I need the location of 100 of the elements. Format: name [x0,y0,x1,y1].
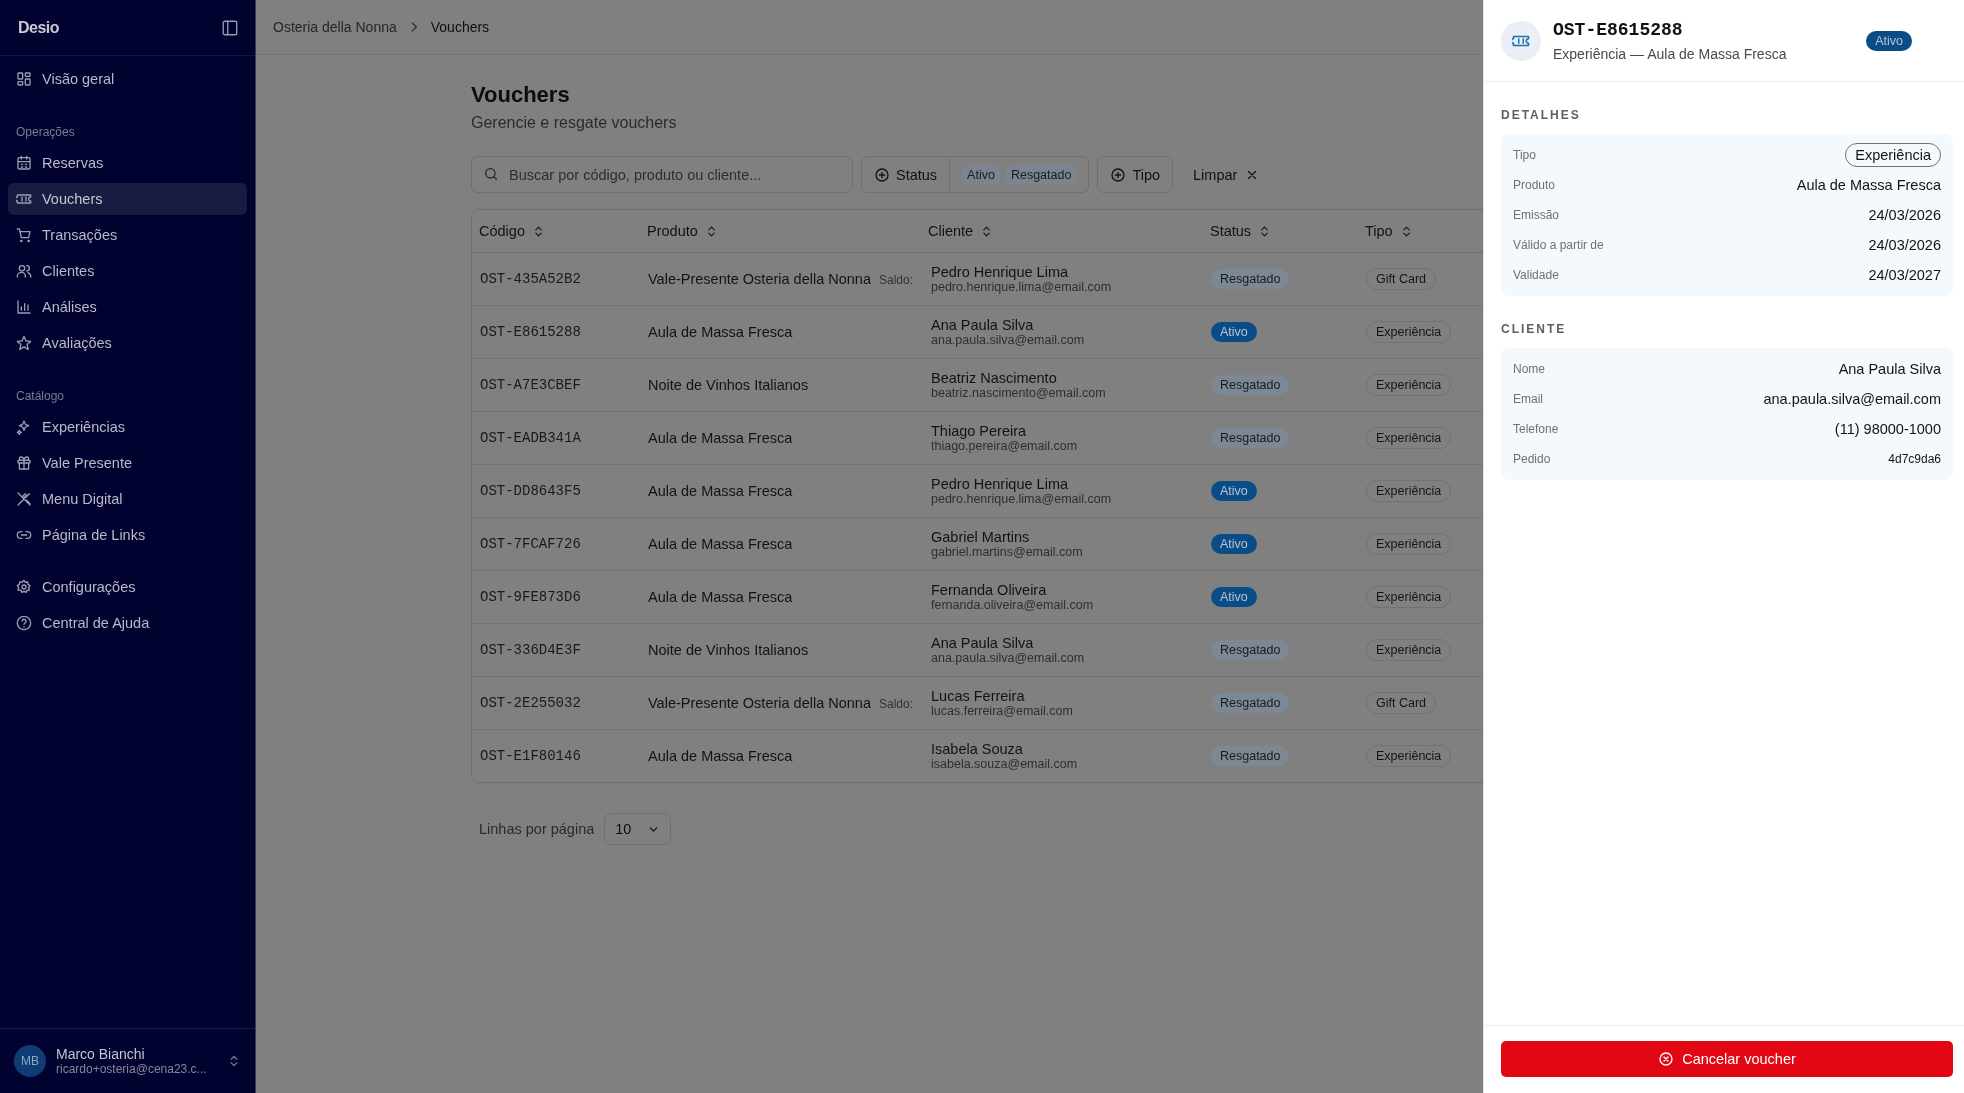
client-email: ana.paula.silva@email.com [931,651,1086,665]
user-email: ricardo+osteria@cena23.c... [56,1062,208,1076]
field-value: (11) 98000-1000 [1834,421,1941,437]
sidebar-toggle-icon[interactable] [221,18,239,37]
field-value: 24/03/2026 [1868,207,1941,223]
balance-label: Saldo: [879,697,914,711]
column-header[interactable]: Tipo [1358,223,1483,239]
user-name: Marco Bianchi [56,1046,146,1062]
voucher-code: OST-EADB341A [479,430,582,446]
cancel-voucher-button[interactable]: Cancelar voucher [1501,1041,1953,1077]
product-name: Vale-Presente Osteria della Nonna [648,271,871,287]
nav-item[interactable]: Visão geral [8,63,247,95]
product-name: Aula de Massa Fresca [648,536,793,552]
product-name: Aula de Massa Fresca [648,483,793,499]
users-icon [16,263,32,279]
nav-item[interactable]: Configurações [8,571,247,603]
status-filter-button[interactable]: Status Ativo Resgatado [861,156,1090,193]
nav-item[interactable]: Reservas [8,147,247,179]
search-icon [483,166,499,182]
search-field[interactable]: Buscar por código, produto ou cliente... [471,156,853,193]
field-value: 24/03/2027 [1868,267,1941,283]
section-title: DETALHES [1501,108,1582,122]
field-value: Aula de Massa Fresca [1796,177,1941,193]
status-badge: Resgatado [1211,640,1290,660]
client-email: ana.paula.silva@email.com [931,333,1086,347]
client-name: Ana Paula Silva [931,635,1035,651]
product-name: Aula de Massa Fresca [648,324,793,340]
client-name: Ana Paula Silva [931,317,1035,333]
utensils-icon [16,491,32,507]
client-name: Beatriz Nascimento [931,370,1058,386]
field-value: 24/03/2026 [1868,237,1941,253]
product-name: Aula de Massa Fresca [648,748,793,764]
client-name: Fernanda Oliveira [931,582,1048,598]
nav-section-label: Operações [15,124,76,141]
nav-item[interactable]: Vouchers [8,183,247,215]
filter-chip: Ativo [962,164,1000,185]
status-badge: Resgatado [1211,375,1290,395]
field-label: Validade [1513,268,1559,282]
clear-filters-button[interactable]: Limpar [1181,166,1272,183]
nav-section-label: Catálogo [15,388,66,405]
client-email: fernanda.oliveira@email.com [931,598,1095,612]
status-badge: Resgatado [1211,693,1290,713]
page-title: Vouchers [471,82,571,108]
nav-item[interactable]: Página de Links [8,519,247,551]
field-label: Produto [1513,178,1556,192]
nav-item[interactable]: Clientes [8,255,247,287]
nav-item[interactable]: Avaliações [8,327,247,359]
avatar[interactable]: MB [14,1045,46,1077]
rows-per-page-select[interactable]: 10 [604,813,672,845]
product-name: Vale-Presente Osteria della Nonna [648,695,871,711]
column-header[interactable]: Código [472,223,640,239]
status-badge: Ativo [1211,481,1257,501]
nav-item[interactable]: Transações [8,219,247,251]
column-header[interactable]: Status [1203,223,1358,239]
logo[interactable]: Desio [18,18,60,37]
client-name: Isabela Souza [931,741,1024,757]
breadcrumb-item[interactable]: Osteria della Nonna [273,19,397,35]
cart-icon [16,227,32,243]
section-title: CLIENTE [1501,322,1568,336]
balance-label: Saldo: [879,273,914,287]
status-badge: Ativo [1866,30,1912,51]
client-email: isabela.souza@email.com [931,757,1079,771]
voucher-code: OST-DD8643F5 [479,483,582,499]
ticket-icon [16,191,32,207]
filter-chip: Resgatado [1005,164,1077,185]
client-name: Lucas Ferreira [931,688,1026,704]
breadcrumb-item: Vouchers [430,19,490,35]
nav-item[interactable]: Experiências [8,411,247,443]
field-value: 4d7c9da6 [1888,452,1941,466]
column-header[interactable]: Produto [640,223,921,239]
product-name: Noite de Vinhos Italianos [648,642,809,658]
field-label: Nome [1513,362,1545,376]
type-filter-button[interactable]: Tipo [1097,156,1174,193]
nav-item[interactable]: Menu Digital [8,483,247,515]
plus-circle-icon [874,166,890,183]
client-email: beatriz.nascimento@email.com [931,386,1107,400]
voucher-subtitle: Experiência — Aula de Massa Fresca [1553,45,1788,62]
client-email: gabriel.martins@email.com [931,545,1084,559]
column-header[interactable]: Cliente [921,223,1203,239]
star-icon [16,335,32,351]
status-badge: Ativo [1211,534,1257,554]
field-label: Pedido [1513,452,1551,466]
voucher-code: OST-A7E3CBEF [479,377,582,393]
nav-item[interactable]: Central de Ajuda [8,607,247,639]
field-value: ana.paula.silva@email.com [1763,391,1941,407]
client-name: Pedro Henrique Lima [931,476,1070,492]
voucher-code: OST-E8615288 [479,324,582,340]
nav-item[interactable]: Análises [8,291,247,323]
voucher-code: OST-7FCAF726 [479,536,582,552]
client-email: pedro.henrique.lima@email.com [931,492,1113,506]
product-name: Noite de Vinhos Italianos [648,377,809,393]
sparkles-icon [16,419,32,435]
x-circle-icon [1658,1051,1675,1067]
ticket-icon [1501,20,1541,61]
plus-circle-icon [1110,166,1127,183]
field-label: Válido a partir de [1513,238,1604,252]
voucher-code: OST-435A52B2 [479,271,582,287]
client-name: Pedro Henrique Lima [931,264,1070,280]
voucher-code: OST-E8615288 [1553,19,1684,40]
nav-item[interactable]: Vale Presente [8,447,247,479]
